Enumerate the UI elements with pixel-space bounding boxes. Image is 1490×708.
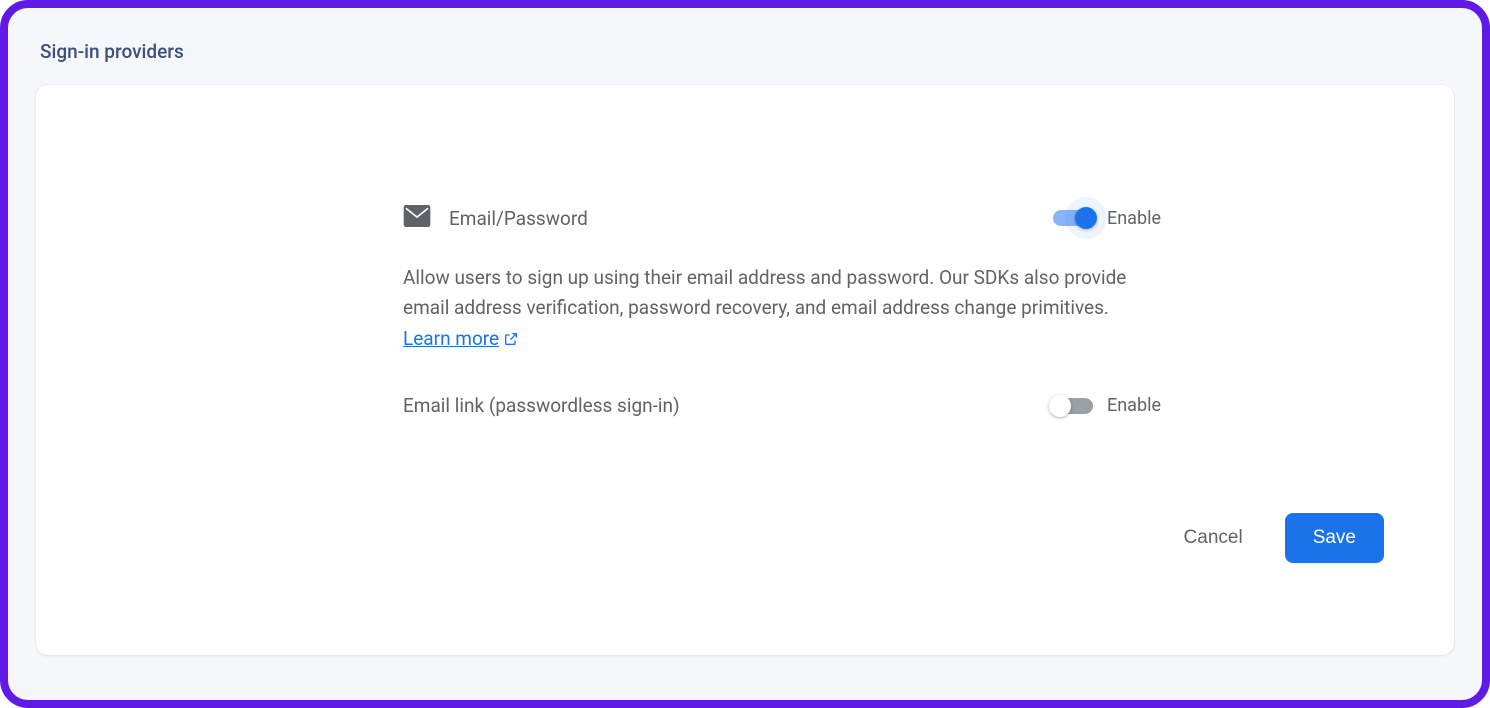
provider-description-text: Allow users to sign up using their email… bbox=[403, 266, 1126, 319]
email-link-toggle[interactable] bbox=[1053, 398, 1093, 414]
provider-description: Allow users to sign up using their email… bbox=[403, 263, 1161, 354]
email-link-row: Email link (passwordless sign-in) Enable bbox=[403, 394, 1161, 417]
section-title: Sign-in providers bbox=[40, 40, 1454, 63]
page-frame: Sign-in providers Email/Password bbox=[0, 0, 1490, 708]
mail-icon bbox=[403, 205, 431, 231]
email-password-toggle-group: Enable bbox=[1053, 208, 1161, 229]
email-password-toggle-label: Enable bbox=[1107, 208, 1161, 229]
provider-card: Email/Password Enable Allow users to sig… bbox=[36, 85, 1454, 655]
email-password-row: Email/Password Enable bbox=[403, 205, 1161, 231]
email-password-toggle[interactable] bbox=[1053, 210, 1093, 226]
action-buttons: Cancel Save bbox=[1176, 513, 1384, 563]
cancel-button[interactable]: Cancel bbox=[1176, 517, 1251, 559]
provider-content: Email/Password Enable Allow users to sig… bbox=[403, 205, 1161, 417]
email-link-label: Email link (passwordless sign-in) bbox=[403, 394, 680, 417]
email-link-toggle-label: Enable bbox=[1107, 395, 1161, 416]
email-link-toggle-group: Enable bbox=[1053, 395, 1161, 416]
email-password-label: Email/Password bbox=[449, 207, 588, 230]
external-link-icon bbox=[503, 331, 519, 347]
learn-more-link[interactable]: Learn more bbox=[403, 324, 519, 354]
email-password-label-group: Email/Password bbox=[403, 205, 588, 231]
learn-more-text: Learn more bbox=[403, 324, 499, 354]
save-button[interactable]: Save bbox=[1285, 513, 1384, 563]
